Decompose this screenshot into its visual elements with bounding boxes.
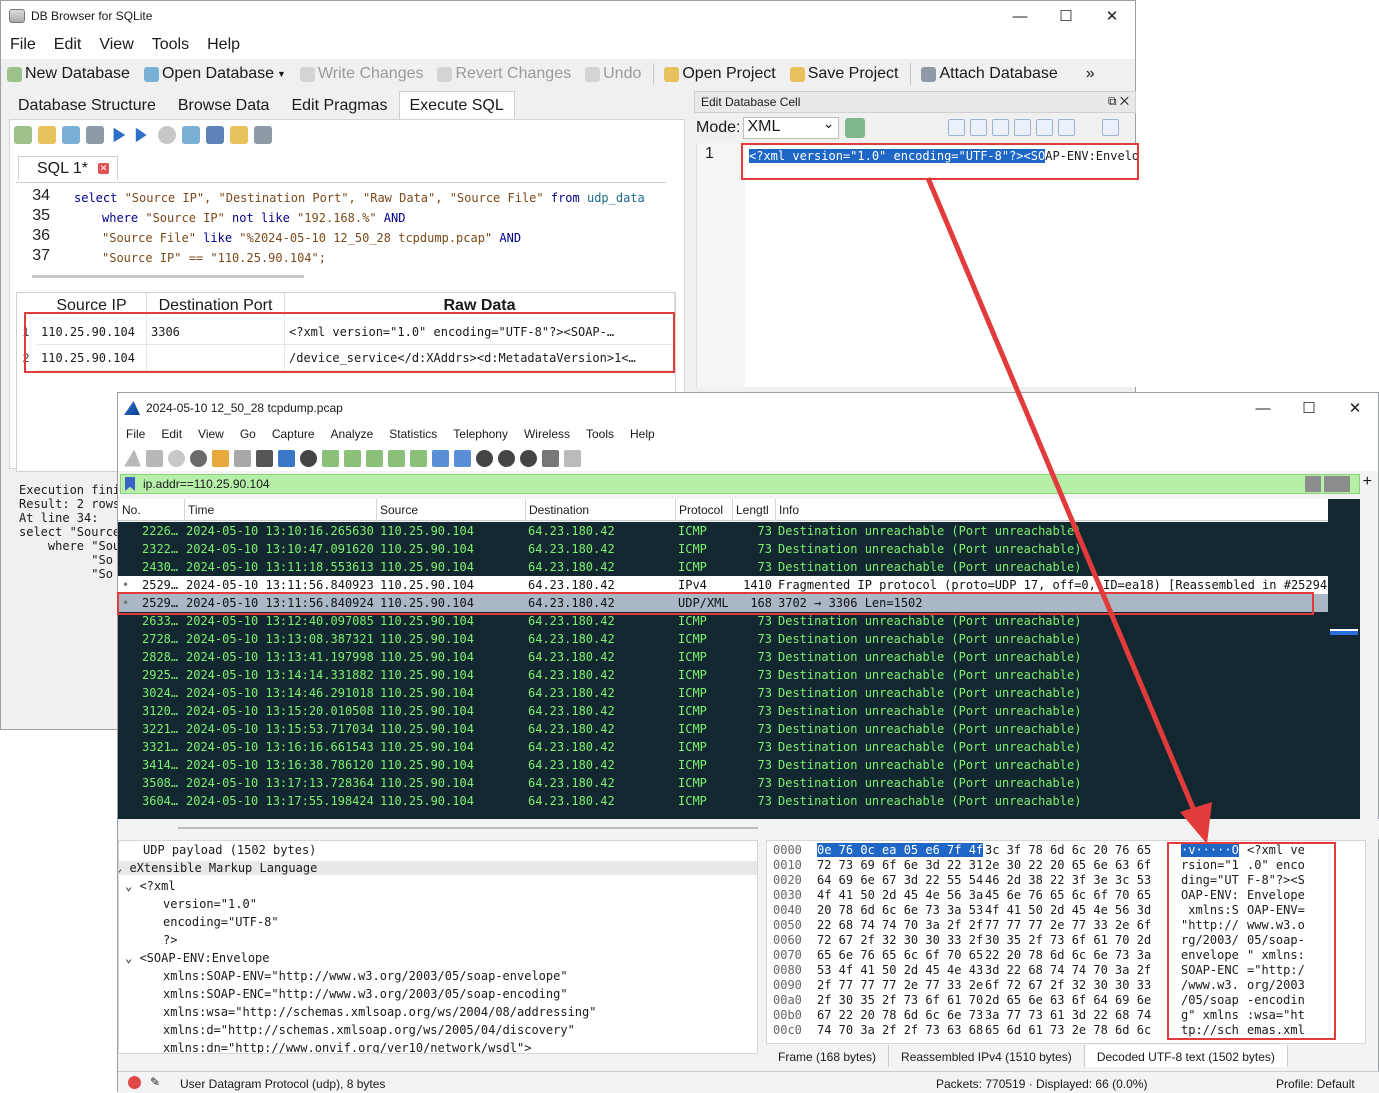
annotation-arrow-head bbox=[1180, 802, 1212, 844]
annotation-arrow-line bbox=[925, 177, 1201, 821]
annotation-arrow bbox=[925, 177, 1212, 844]
